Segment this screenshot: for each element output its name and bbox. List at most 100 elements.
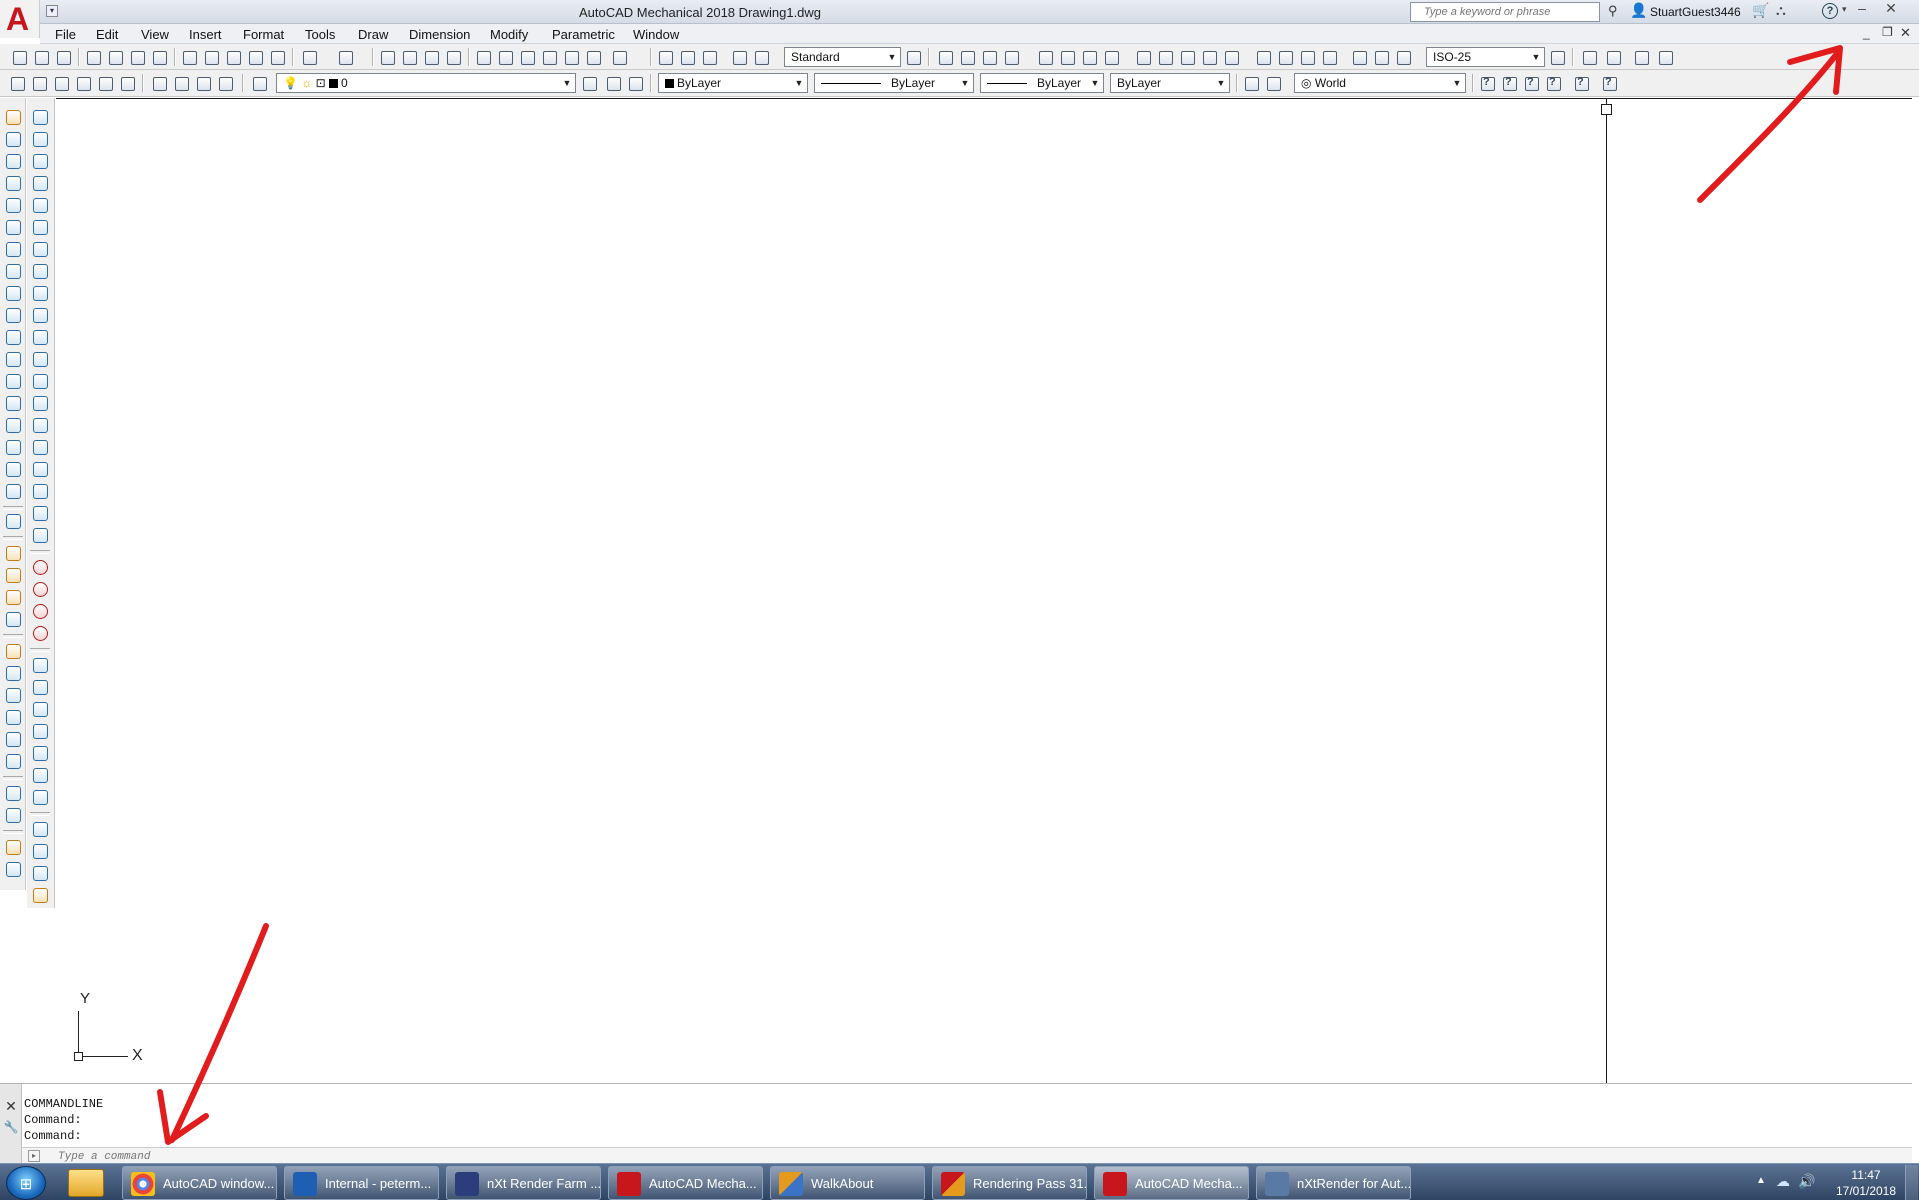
rectangle-icon[interactable] xyxy=(31,196,49,214)
open-icon[interactable] xyxy=(32,48,50,66)
taskbar-button-autocad-1[interactable]: AutoCAD Mecha... xyxy=(608,1166,763,1200)
draw-order-icon[interactable] xyxy=(4,512,22,530)
sheet-set-icon[interactable] xyxy=(540,48,558,66)
calculator-icon[interactable] xyxy=(584,48,602,66)
menu-format[interactable]: Format xyxy=(243,27,284,42)
circle-icon[interactable] xyxy=(31,240,49,258)
dim-style-manager-icon[interactable] xyxy=(1548,48,1566,66)
user-icon[interactable]: 👤 xyxy=(1630,2,1647,20)
menu-edit[interactable]: Edit xyxy=(96,27,118,42)
plotstyle-select[interactable]: ByLayer ▼ xyxy=(1110,73,1230,93)
hatch-icon[interactable] xyxy=(31,416,49,434)
mech-figure-icon[interactable] xyxy=(31,864,49,882)
extend-icon[interactable] xyxy=(4,328,22,346)
layer-manager-icon[interactable] xyxy=(250,74,268,92)
mech-fea-icon[interactable] xyxy=(31,766,49,784)
mech-layer-icon[interactable] xyxy=(4,708,22,726)
help-dropdown-icon[interactable]: ▾ xyxy=(1842,4,1847,15)
mech-moment-icon[interactable] xyxy=(31,788,49,806)
break-at-point-icon[interactable] xyxy=(4,350,22,368)
explode-icon[interactable] xyxy=(4,482,22,500)
copy-object-icon[interactable] xyxy=(4,130,22,148)
explorer-icon[interactable] xyxy=(68,1169,104,1197)
radius-dim-icon[interactable] xyxy=(1036,48,1054,66)
mirror-icon[interactable] xyxy=(4,152,22,170)
exchange-icon[interactable]: ⛬ xyxy=(1776,2,1786,19)
multileader-style-icon[interactable] xyxy=(1604,48,1622,66)
make-block-icon[interactable] xyxy=(31,372,49,390)
color-select[interactable]: ByLayer ▼ xyxy=(658,73,808,93)
tolerance-icon[interactable] xyxy=(1254,48,1272,66)
arc-length-dim-icon[interactable] xyxy=(980,48,998,66)
edit-polyline-icon[interactable] xyxy=(4,544,22,562)
layer-previous-icon[interactable] xyxy=(52,74,70,92)
mech-standard-parts-icon[interactable] xyxy=(31,820,49,838)
angular-dim-icon[interactable] xyxy=(1102,48,1120,66)
markup-icon[interactable] xyxy=(562,48,580,66)
mech-circle-red-2-icon[interactable] xyxy=(31,580,49,598)
text-icon[interactable] xyxy=(730,48,748,66)
document-close-button[interactable]: ✕ xyxy=(1900,25,1911,41)
array-icon[interactable] xyxy=(4,196,22,214)
mech-structure-icon[interactable] xyxy=(4,686,22,704)
document-minimize-button[interactable]: _ xyxy=(1863,26,1870,40)
taskbar-button-rendering-pass[interactable]: Rendering Pass 31... xyxy=(932,1166,1087,1200)
match-properties-icon[interactable] xyxy=(246,48,264,66)
design-center-icon[interactable] xyxy=(496,48,514,66)
help-icon[interactable]: ? xyxy=(1822,3,1838,19)
layer-walk-icon[interactable] xyxy=(626,74,644,92)
help-3-icon[interactable]: ? xyxy=(1522,74,1540,92)
drawing-canvas[interactable]: Y X xyxy=(56,98,1912,1083)
jogged-linear-icon[interactable] xyxy=(1320,48,1338,66)
volume-icon[interactable]: 🔊 xyxy=(1798,1173,1815,1190)
window-minimize-button[interactable]: ‒ xyxy=(1852,0,1872,22)
center-mark-icon[interactable] xyxy=(1276,48,1294,66)
aligned-dim-icon[interactable] xyxy=(958,48,976,66)
mech-hide-icon[interactable] xyxy=(4,664,22,682)
clock-time[interactable]: 11:47 xyxy=(1826,1168,1906,1182)
linear-dim-icon[interactable] xyxy=(936,48,954,66)
close-icon[interactable]: ✕ xyxy=(3,1098,19,1114)
edit-spline-icon[interactable] xyxy=(700,48,718,66)
move-icon[interactable] xyxy=(4,218,22,236)
clock-date[interactable]: 17/01/2018 xyxy=(1826,1184,1906,1198)
help-1-icon[interactable]: ? xyxy=(1478,74,1496,92)
construction-line-icon[interactable] xyxy=(31,130,49,148)
taskbar-button-walkabout[interactable]: WalkAbout xyxy=(770,1166,925,1200)
mech-title-block-icon[interactable] xyxy=(4,838,22,856)
help-4-icon[interactable]: ? xyxy=(1544,74,1562,92)
mech-power-edit-icon[interactable] xyxy=(4,642,22,660)
ucs-select[interactable]: ◎ World ▼ xyxy=(1294,73,1466,93)
continue-dim-icon[interactable] xyxy=(1178,48,1196,66)
plot-preview-icon[interactable] xyxy=(106,48,124,66)
add-selected-icon[interactable] xyxy=(31,526,49,544)
paste-icon[interactable] xyxy=(224,48,242,66)
new-icon[interactable] xyxy=(10,48,28,66)
polyline-draw-icon[interactable] xyxy=(31,152,49,170)
cut-icon[interactable] xyxy=(180,48,198,66)
polygon-icon[interactable] xyxy=(31,174,49,192)
menu-modify[interactable]: Modify xyxy=(490,27,528,42)
mech-circle-red-1-icon[interactable] xyxy=(31,558,49,576)
break-icon[interactable] xyxy=(4,372,22,390)
taskbar-button-outlook[interactable]: Internal - peterm... xyxy=(284,1166,439,1200)
mech-calc-icon[interactable] xyxy=(31,744,49,762)
binoculars-icon[interactable]: ⚲ xyxy=(1608,3,1626,21)
ellipse-icon[interactable] xyxy=(31,306,49,324)
menu-window[interactable]: Window xyxy=(633,27,679,42)
inspection-icon[interactable] xyxy=(1298,48,1316,66)
rotate-icon[interactable] xyxy=(4,240,22,258)
dim-text-edit-icon[interactable] xyxy=(1372,48,1390,66)
help-6-icon[interactable]: ? xyxy=(1600,74,1618,92)
wrench-icon[interactable]: 🔧 xyxy=(3,1120,19,1136)
chamfer-icon[interactable] xyxy=(4,416,22,434)
menu-tools[interactable]: Tools xyxy=(305,27,335,42)
start-button[interactable]: ⊞ xyxy=(6,1166,46,1200)
spline-draw-icon[interactable] xyxy=(31,284,49,302)
tool-palettes-icon[interactable] xyxy=(518,48,536,66)
help-5-icon[interactable]: ? xyxy=(1572,74,1590,92)
help-toolbar-icon[interactable] xyxy=(610,48,628,66)
make-object-layer-current-icon[interactable] xyxy=(580,74,598,92)
taskbar-button-render-farm[interactable]: nXt Render Farm ... xyxy=(446,1166,601,1200)
3d-print-icon[interactable] xyxy=(150,48,168,66)
